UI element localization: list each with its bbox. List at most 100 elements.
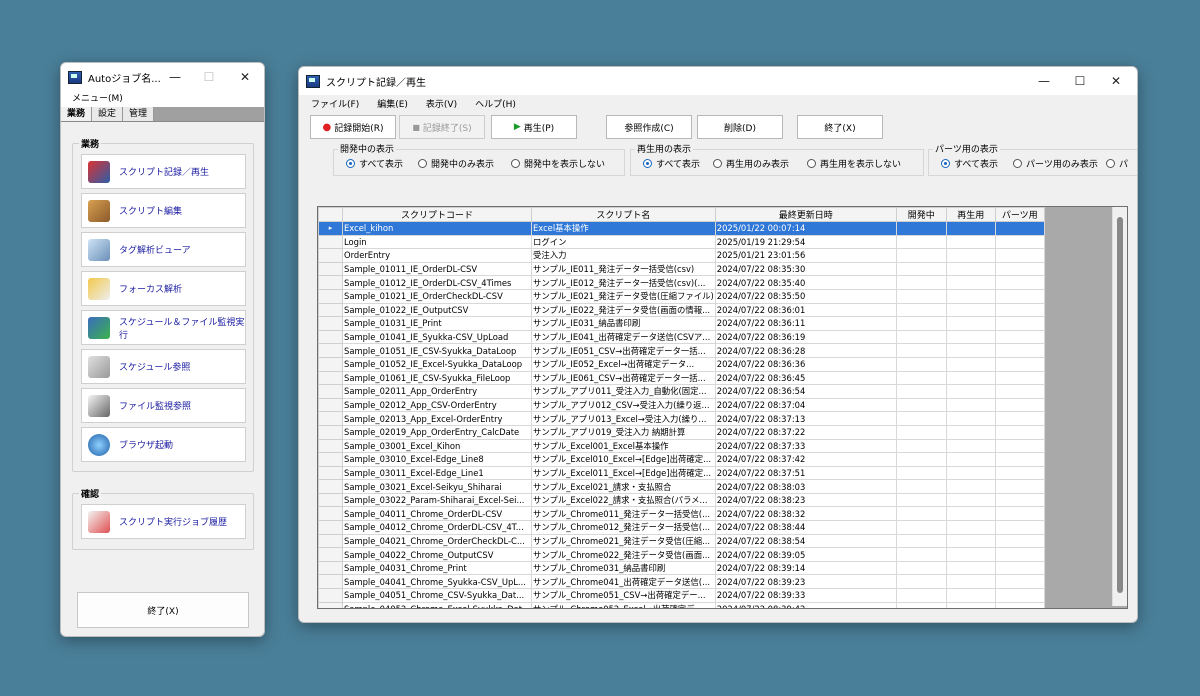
flag-cell[interactable]	[895, 506, 947, 522]
row-header[interactable]	[318, 275, 343, 290]
table-row[interactable]: Sample_01012_IE_OrderDL-CSV_4Times サンプル_I…	[318, 275, 1045, 290]
row-header[interactable]	[318, 492, 343, 508]
flag-cell[interactable]	[994, 492, 1045, 508]
column-header[interactable]: スクリプト名	[530, 207, 716, 222]
flag-cell[interactable]	[895, 547, 947, 562]
vertical-scrollbar[interactable]	[1112, 207, 1127, 606]
table-row[interactable]: Sample_01061_IE_CSV-Syukka_FileLoop サンプル_…	[318, 370, 1045, 386]
flag-cell[interactable]	[895, 329, 947, 345]
flag-cell[interactable]	[945, 506, 996, 522]
row-header[interactable]	[318, 302, 343, 318]
schedule-reference-button[interactable]: スケジュール参照	[81, 349, 246, 384]
row-header[interactable]	[318, 316, 343, 331]
dev-hide-radio[interactable]: 開発中を表示しない	[511, 157, 605, 170]
flag-cell[interactable]	[994, 261, 1045, 277]
flag-cell[interactable]	[945, 343, 996, 358]
flag-cell[interactable]	[945, 465, 996, 481]
flag-cell[interactable]	[994, 424, 1045, 440]
flag-cell[interactable]	[895, 261, 947, 277]
flag-cell[interactable]	[895, 397, 947, 413]
parts-hide-radio[interactable]: パ	[1106, 157, 1128, 170]
row-header[interactable]	[318, 560, 343, 576]
flag-cell[interactable]	[895, 248, 947, 263]
flag-cell[interactable]	[994, 465, 1045, 481]
flag-cell[interactable]	[895, 492, 947, 508]
script-grid[interactable]: スクリプトコード スクリプト名 最終更新日時 開発中 再生用 パーツ用 ▸ Exc…	[317, 206, 1128, 609]
script-edit-button[interactable]: スクリプト編集	[81, 193, 246, 228]
flag-cell[interactable]	[945, 370, 996, 386]
flag-cell[interactable]	[994, 601, 1045, 608]
flag-cell[interactable]	[895, 560, 947, 576]
flag-cell[interactable]	[895, 288, 947, 304]
menu-file[interactable]: ファイル(F)	[299, 97, 365, 110]
table-row[interactable]: Sample_04031_Chrome_Print サンプル_Chrome031_…	[318, 560, 1045, 576]
flag-cell[interactable]	[945, 248, 996, 263]
row-header[interactable]	[318, 588, 343, 603]
row-header[interactable]	[318, 329, 343, 345]
flag-cell[interactable]	[994, 438, 1045, 454]
flag-cell[interactable]	[945, 560, 996, 576]
flag-cell[interactable]	[994, 248, 1045, 263]
schedule-file-watch-run-button[interactable]: スケジュール＆ファイル監視実行	[81, 310, 246, 345]
column-header[interactable]: パーツ用	[994, 207, 1045, 222]
parts-show-all-radio[interactable]: すべて表示	[941, 157, 998, 170]
row-header[interactable]	[318, 547, 343, 562]
flag-cell[interactable]	[945, 601, 996, 608]
flag-cell[interactable]	[994, 221, 1045, 236]
script-record-titlebar[interactable]: スクリプト記録／再生 — ☐ ✕	[299, 67, 1137, 95]
column-header[interactable]: スクリプトコード	[342, 207, 532, 222]
flag-cell[interactable]	[895, 302, 947, 318]
flag-cell[interactable]	[895, 411, 947, 426]
flag-cell[interactable]	[945, 234, 996, 250]
script-record-play-button[interactable]: スクリプト記録／再生	[81, 154, 246, 189]
flag-cell[interactable]	[945, 397, 996, 413]
row-header[interactable]	[318, 384, 343, 399]
row-header[interactable]	[318, 452, 343, 467]
flag-cell[interactable]	[945, 316, 996, 331]
flag-cell[interactable]	[895, 343, 947, 358]
flag-cell[interactable]	[895, 221, 947, 236]
row-header[interactable]	[318, 397, 343, 413]
flag-cell[interactable]	[994, 506, 1045, 522]
delete-button[interactable]: 削除(D)	[697, 115, 783, 139]
flag-cell[interactable]	[994, 302, 1045, 318]
tag-analysis-viewer-button[interactable]: タグ解析ビューア	[81, 232, 246, 267]
maximize-icon[interactable]: ☐	[1062, 67, 1098, 95]
flag-cell[interactable]	[994, 452, 1045, 467]
flag-cell[interactable]	[994, 547, 1045, 562]
flag-cell[interactable]	[895, 234, 947, 250]
flag-cell[interactable]	[994, 533, 1045, 549]
table-row[interactable]: Sample_03011_Excel-Edge_Line1 サンプル_Excel0…	[318, 465, 1045, 481]
menu-item[interactable]: メニュー(M)	[72, 94, 123, 104]
minimize-icon[interactable]: —	[157, 63, 193, 91]
table-row[interactable]: Sample_01011_IE_OrderDL-CSV サンプル_IE011_発注…	[318, 261, 1045, 277]
flag-cell[interactable]	[895, 533, 947, 549]
table-row[interactable]: Sample_02011_App_OrderEntry サンプル_アプリ011_受…	[318, 384, 1045, 399]
row-header[interactable]	[318, 465, 343, 481]
tab-admin[interactable]: 管理	[123, 107, 155, 121]
row-header[interactable]	[318, 424, 343, 440]
flag-cell[interactable]	[945, 275, 996, 290]
flag-cell[interactable]	[945, 479, 996, 494]
flag-cell[interactable]	[994, 234, 1045, 250]
flag-cell[interactable]	[895, 356, 947, 372]
flag-cell[interactable]	[895, 275, 947, 290]
row-header[interactable]	[318, 356, 343, 372]
menu-view[interactable]: 表示(V)	[414, 97, 463, 110]
flag-cell[interactable]	[994, 479, 1045, 494]
flag-cell[interactable]	[994, 316, 1045, 331]
flag-cell[interactable]	[994, 275, 1045, 290]
scrollbar-thumb[interactable]	[1117, 217, 1123, 593]
table-row[interactable]: Sample_03022_Param-Shiharai_Excel-Sei...…	[318, 492, 1045, 508]
flag-cell[interactable]	[945, 411, 996, 426]
file-watch-reference-button[interactable]: ファイル監視参照	[81, 388, 246, 423]
table-row[interactable]: Sample_04011_Chrome_OrderDL-CSV サンプル_Chro…	[318, 506, 1045, 522]
job-history-button[interactable]: スクリプト実行ジョブ履歴	[81, 504, 246, 539]
play-only-radio[interactable]: 再生用のみ表示	[713, 157, 789, 170]
row-header[interactable]	[318, 234, 343, 250]
exit-button[interactable]: 終了(X)	[77, 592, 249, 628]
flag-cell[interactable]	[994, 288, 1045, 304]
table-row[interactable]: Sample_04021_Chrome_OrderCheckDL-C... サンプ…	[318, 533, 1045, 549]
flag-cell[interactable]	[945, 547, 996, 562]
row-header[interactable]	[318, 438, 343, 454]
